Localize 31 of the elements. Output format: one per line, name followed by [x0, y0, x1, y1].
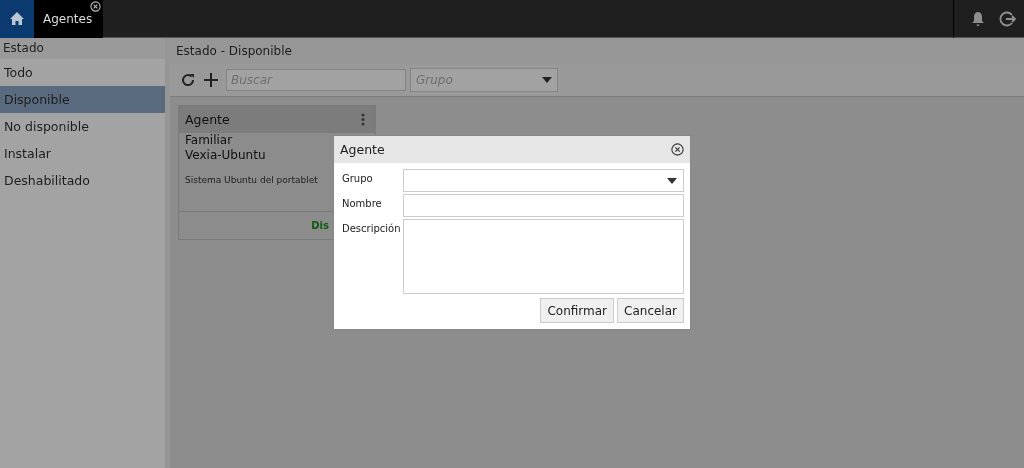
sidebar-item[interactable]: No disponible — [0, 113, 165, 140]
field-label: Grupo — [341, 172, 374, 184]
agent-description: Sistema Ubuntu del portablet — [185, 175, 318, 185]
home-tab[interactable] — [0, 0, 34, 38]
close-icon[interactable] — [671, 143, 684, 156]
description-field[interactable] — [403, 219, 684, 294]
home-icon — [9, 11, 25, 26]
bell-icon[interactable] — [971, 10, 985, 27]
agent-name: Vexia-Ubuntu — [185, 148, 266, 163]
confirm-button[interactable]: Confirmar — [540, 298, 615, 323]
dialog-title: Agente — [340, 142, 385, 157]
page-title: Estado - Disponible — [170, 38, 1024, 64]
close-icon[interactable] — [90, 0, 101, 12]
card-title: Agente — [185, 112, 230, 127]
agent-group: Familiar — [185, 133, 233, 148]
caret-icon — [667, 177, 677, 184]
add-icon[interactable] — [204, 73, 218, 87]
field-label: Nombre — [341, 197, 383, 209]
cancel-button[interactable]: Cancelar — [617, 298, 684, 323]
logout-icon[interactable] — [999, 9, 1017, 28]
more-icon[interactable] — [361, 113, 365, 126]
refresh-icon[interactable] — [180, 72, 196, 88]
sidebar-item[interactable]: Todo — [0, 59, 165, 86]
sidebar-item[interactable]: Instalar — [0, 140, 165, 167]
field-label: Descripción — [341, 222, 402, 234]
caret-icon — [542, 77, 552, 83]
name-field[interactable] — [403, 194, 684, 217]
agent-status: Dis — [311, 220, 329, 231]
agents-tab[interactable]: Agentes — [34, 0, 103, 38]
sidebar-item[interactable]: Deshabilitado — [0, 167, 165, 194]
sidebar-title: Estado — [0, 38, 165, 59]
